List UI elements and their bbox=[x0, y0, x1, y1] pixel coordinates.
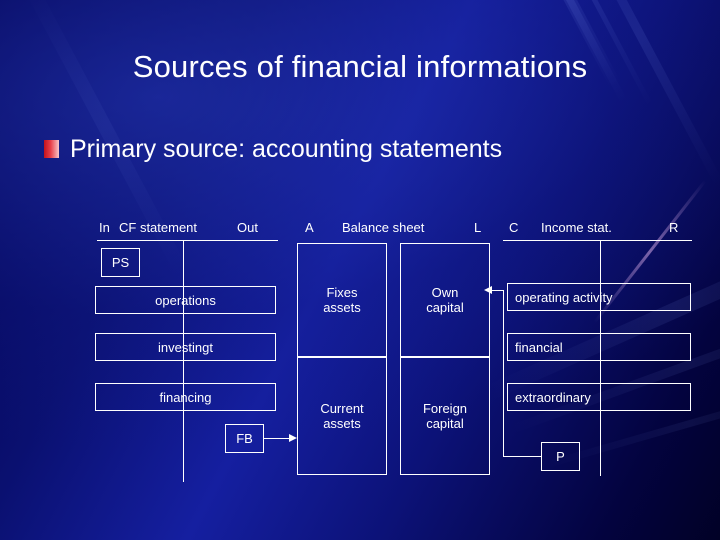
slide-canvas: Sources of financial informations Primar… bbox=[0, 0, 720, 540]
balance-sheet-title: Balance sheet bbox=[342, 220, 425, 235]
cf-row-financing: financing bbox=[95, 383, 276, 411]
is-profit-box: P bbox=[541, 442, 580, 471]
bs-own-capital-label: Own capital bbox=[426, 285, 464, 315]
bs-liabilities-label: L bbox=[474, 220, 482, 235]
cf-center-divider bbox=[183, 240, 184, 482]
bs-current-assets-box: Current assets bbox=[297, 357, 387, 475]
bs-foreign-capital-box: Foreign capital bbox=[400, 357, 490, 475]
cf-header-rule bbox=[97, 240, 278, 241]
connector-fb-to-current-assets bbox=[264, 438, 289, 439]
connector-fb-arrowhead-icon bbox=[289, 434, 297, 442]
is-row-extraordinary: extraordinary bbox=[507, 383, 691, 411]
bs-assets-label: A bbox=[305, 220, 314, 235]
cf-row-operations: operations bbox=[95, 286, 276, 314]
cf-row-investing: investingt bbox=[95, 333, 276, 361]
is-profit-label: P bbox=[556, 449, 565, 464]
is-costs-label: C bbox=[509, 220, 519, 235]
connector-p-arrowhead-icon bbox=[484, 286, 492, 294]
cf-row-operations-label: operations bbox=[155, 292, 216, 308]
is-row-extraordinary-label: extraordinary bbox=[515, 389, 591, 405]
is-row-financial: financial bbox=[507, 333, 691, 361]
bs-current-assets-label: Current assets bbox=[320, 401, 364, 431]
accounting-statements-diagram: In CF statement Out PS operations invest… bbox=[0, 0, 720, 540]
cf-closing-balance-box: FB bbox=[225, 424, 264, 453]
cf-closing-balance-label: FB bbox=[236, 431, 253, 446]
connector-p-vertical bbox=[503, 290, 504, 457]
cf-row-investing-label: investingt bbox=[158, 339, 213, 355]
cf-opening-balance-label: PS bbox=[111, 255, 130, 270]
cf-out-label: Out bbox=[237, 220, 258, 235]
cf-opening-balance-box: PS bbox=[101, 248, 140, 277]
cf-statement-title: CF statement bbox=[119, 220, 198, 235]
bs-fixed-assets-label: Fixes assets bbox=[323, 285, 361, 315]
is-row-operating-activity-label: operating activity bbox=[515, 289, 613, 305]
cf-row-financing-label: financing bbox=[159, 389, 212, 405]
bs-foreign-capital-label: Foreign capital bbox=[422, 401, 468, 431]
is-revenues-label: R bbox=[669, 220, 679, 235]
connector-p-to-own-capital bbox=[492, 290, 504, 291]
bs-own-capital-box: Own capital bbox=[400, 243, 490, 357]
is-header-rule bbox=[503, 240, 692, 241]
is-row-financial-label: financial bbox=[515, 339, 563, 355]
bs-fixed-assets-box: Fixes assets bbox=[297, 243, 387, 357]
income-statement-title: Income stat. bbox=[541, 220, 612, 235]
is-row-operating-activity: operating activity bbox=[507, 283, 691, 311]
cf-in-label: In bbox=[99, 220, 110, 235]
connector-p-horizontal bbox=[503, 456, 542, 457]
